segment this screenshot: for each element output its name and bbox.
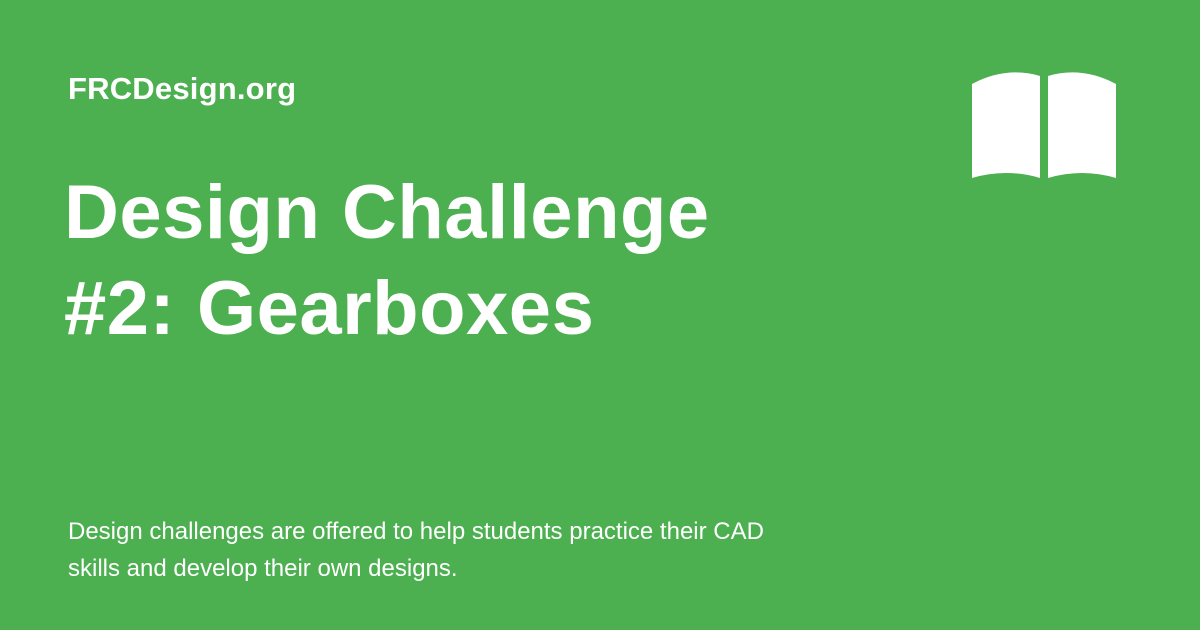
open-book-icon <box>970 66 1118 180</box>
description-line-2: skills and develop their own designs. <box>68 555 458 582</box>
social-card: FRCDesign.org Design Challenge #2: Gearb… <box>0 0 1200 630</box>
title-line-1: Design Challenge <box>64 170 710 255</box>
description-line-1: Design challenges are offered to help st… <box>68 518 764 545</box>
description: Design challenges are offered to help st… <box>68 513 948 587</box>
title-line-2: #2: Gearboxes <box>64 266 595 351</box>
site-name: FRCDesign.org <box>68 71 297 106</box>
page-title: Design Challenge #2: Gearboxes <box>64 165 924 357</box>
